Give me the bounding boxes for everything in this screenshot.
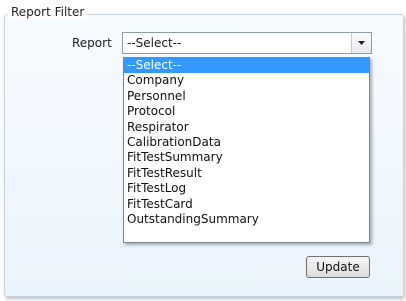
- report-select[interactable]: --Select--: [122, 32, 372, 54]
- panel-legend: Report Filter: [8, 4, 88, 20]
- dropdown-option[interactable]: --Select--: [124, 58, 369, 74]
- dropdown-option[interactable]: FitTestCard: [124, 197, 369, 212]
- dropdown-arrow-button[interactable]: [351, 33, 371, 53]
- report-label: Report: [72, 36, 112, 50]
- dropdown-option[interactable]: CalibrationData: [124, 135, 369, 150]
- dropdown-option[interactable]: FitTestLog: [124, 181, 369, 196]
- chevron-down-icon: [358, 41, 365, 45]
- dropdown-option[interactable]: Protocol: [124, 104, 369, 119]
- update-button[interactable]: Update: [306, 256, 370, 278]
- report-dropdown-list[interactable]: --Select-- Company Personnel Protocol Re…: [123, 57, 370, 243]
- dropdown-option[interactable]: FitTestSummary: [124, 150, 369, 165]
- dropdown-option[interactable]: OutstandingSummary: [124, 212, 369, 227]
- dropdown-option[interactable]: Company: [124, 73, 369, 88]
- dropdown-option[interactable]: Personnel: [124, 89, 369, 104]
- dropdown-option[interactable]: Respirator: [124, 120, 369, 135]
- report-select-value: --Select--: [127, 36, 182, 50]
- dropdown-option[interactable]: FitTestResult: [124, 166, 369, 181]
